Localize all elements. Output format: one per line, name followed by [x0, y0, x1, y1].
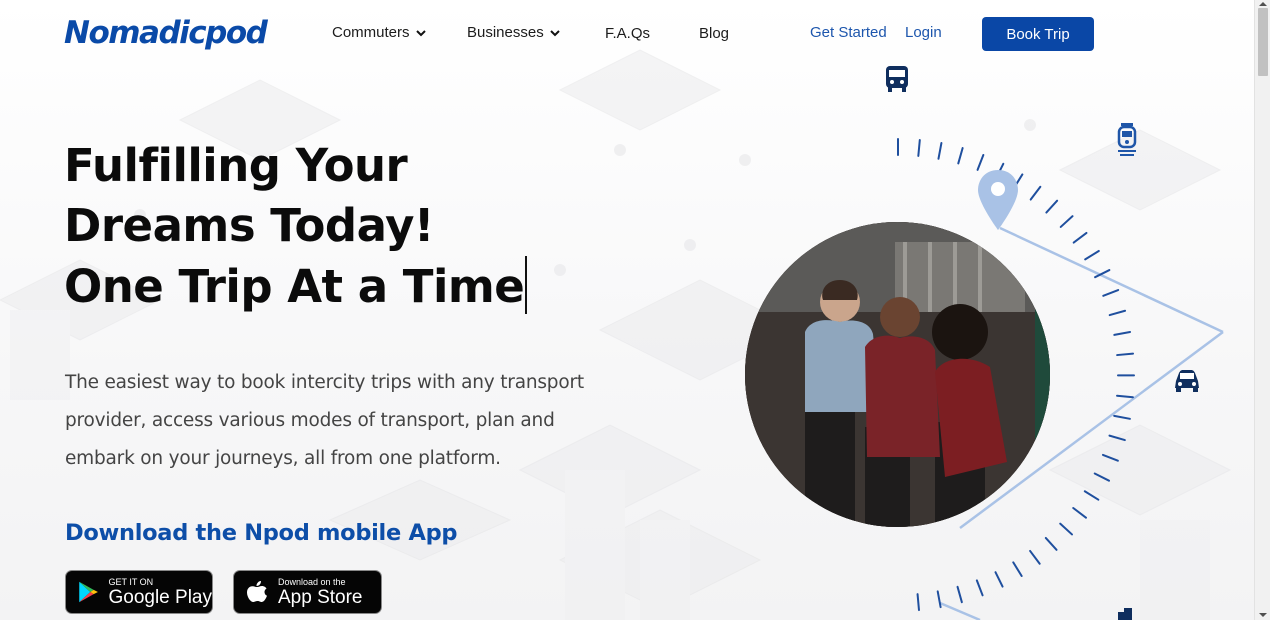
app-store-small-text: Download on the	[278, 576, 346, 587]
car-icon	[1175, 370, 1199, 392]
dial-tick	[1059, 215, 1074, 228]
dial-tick	[916, 593, 920, 612]
text-caret	[525, 256, 528, 314]
google-play-small-text: GET IT ON	[108, 576, 154, 587]
nav-commuters-label: Commuters	[332, 24, 410, 41]
hero-title-line-3: One Trip At a Time	[64, 256, 624, 317]
dial-tick	[1113, 330, 1132, 336]
location-pin-icon	[978, 170, 1018, 230]
app-download-heading: Download the Npod mobile App	[65, 520, 458, 546]
dial-tick	[1059, 522, 1073, 536]
nav-commuters[interactable]: Commuters	[332, 24, 427, 41]
dial-tick	[956, 585, 963, 604]
dial-tick	[1072, 231, 1088, 244]
dial-tick	[1108, 434, 1126, 442]
dial-tick	[1101, 453, 1119, 462]
get-started-link[interactable]: Get Started	[810, 24, 887, 41]
scroll-thumb[interactable]	[1258, 8, 1268, 76]
nav-faqs-label: F.A.Qs	[605, 25, 651, 42]
dial-tick	[1044, 536, 1058, 551]
scrollbar[interactable]	[1254, 0, 1270, 620]
app-store-big-text: App Store	[278, 586, 363, 608]
apple-icon	[247, 581, 267, 602]
nav-faqs[interactable]: F.A.Qs	[605, 25, 650, 42]
google-play-icon	[79, 581, 98, 603]
chevron-down-icon	[550, 29, 560, 36]
dial-tick	[1029, 549, 1041, 565]
dial-tick	[1084, 249, 1100, 261]
hero-description: The easiest way to book intercity trips …	[65, 372, 584, 469]
dial-tick	[1108, 309, 1127, 317]
hero-title: Fulfilling Your Dreams Today! One Trip A…	[64, 136, 624, 317]
dial-tick	[1113, 414, 1131, 420]
chevron-down-icon	[415, 29, 426, 36]
dial-tick	[1093, 472, 1111, 482]
train-icon	[1117, 123, 1137, 156]
dial-tick	[936, 590, 942, 609]
dial-tick	[1102, 289, 1120, 297]
dial-tick	[1012, 561, 1023, 578]
hero-title-line-1: Fulfilling Your	[64, 139, 408, 192]
dial-tick	[994, 571, 1004, 588]
boat-icon	[1118, 608, 1132, 620]
bus-icon	[886, 66, 908, 92]
book-trip-button[interactable]: Book Trip	[982, 17, 1094, 51]
google-play-button[interactable]: GET IT ON Google Play	[65, 570, 213, 614]
dial-tick	[1029, 185, 1042, 201]
nav-businesses-label: Businesses	[467, 24, 544, 41]
dial-tick	[1116, 352, 1135, 357]
scroll-up-arrow-icon[interactable]	[1259, 2, 1267, 6]
commuters-photo	[745, 222, 1050, 527]
dial-tick	[917, 139, 921, 157]
dial-tick	[1045, 199, 1059, 214]
dial-tick	[976, 153, 985, 171]
logo[interactable]: Nomadicpod	[64, 13, 268, 53]
dial-tick	[937, 142, 943, 160]
google-play-big-text: Google Play	[108, 586, 212, 608]
dial-tick	[1072, 507, 1087, 519]
login-link[interactable]: Login	[905, 24, 942, 41]
dial-tick	[957, 147, 964, 165]
app-store-button[interactable]: Download on the App Store	[233, 570, 382, 614]
nav-blog-label: Blog	[699, 25, 730, 42]
page: Nomadicpod Commuters Businesses F.A.Qs B…	[0, 0, 1254, 620]
nav-blog[interactable]: Blog	[699, 25, 729, 42]
scroll-down-arrow-icon[interactable]	[1259, 613, 1267, 617]
dial-tick	[1083, 490, 1100, 501]
hero-title-line-3-text: One Trip At a Time	[64, 260, 525, 313]
nav-businesses[interactable]: Businesses	[467, 24, 561, 41]
dial-tick	[975, 579, 984, 597]
dial-tick	[1116, 394, 1134, 399]
logo-text: Nomadicpod	[64, 15, 268, 51]
hero-title-line-2: Dreams Today!	[64, 199, 434, 252]
